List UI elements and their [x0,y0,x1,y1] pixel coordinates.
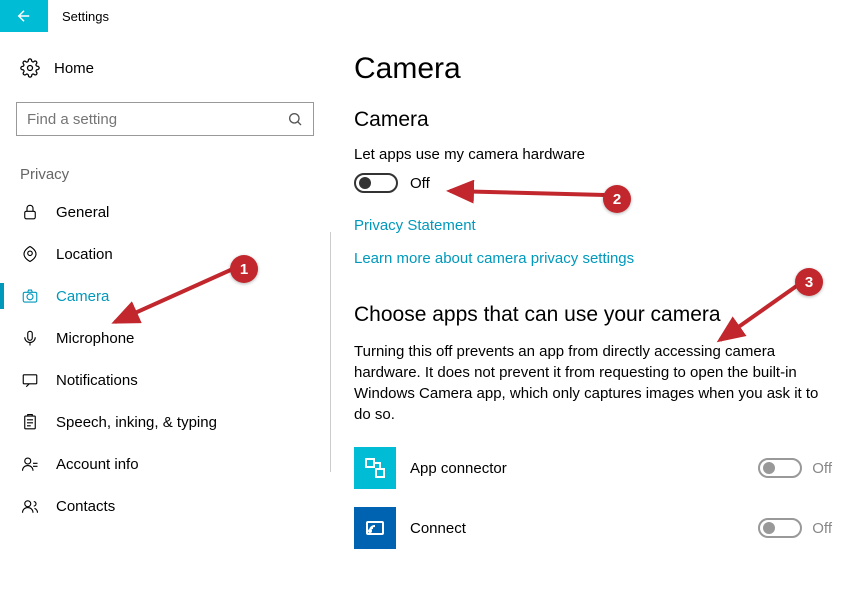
titlebar: Settings [0,0,856,32]
nav-label: Speech, inking, & typing [56,414,217,431]
nav-label: Notifications [56,372,138,389]
home-label: Home [54,60,94,77]
app-label: Connect [410,520,744,537]
section-description: Turning this off prevents an app from di… [354,341,832,425]
setting-label: Let apps use my camera hardware [354,146,832,163]
nav-label: Camera [56,288,109,305]
app-connector-toggle[interactable] [758,458,802,478]
app-toggle-state: Off [812,520,832,537]
annotation-badge-1: 1 [230,255,258,283]
sidebar-item-account[interactable]: Account info [0,443,330,485]
search-icon [287,111,303,127]
clipboard-icon [20,413,40,431]
nav-label: Microphone [56,330,134,347]
connect-toggle[interactable] [758,518,802,538]
toggle-state-label: Off [410,175,430,192]
privacy-statement-link[interactable]: Privacy Statement [354,217,832,234]
nav-label: Contacts [56,498,115,515]
back-button[interactable] [0,0,48,32]
account-icon [20,455,40,473]
camera-toggle[interactable] [354,173,398,193]
app-label: App connector [410,460,744,477]
sidebar-item-location[interactable]: Location [0,233,330,275]
annotation-badge-2: 2 [603,185,631,213]
app-connector-icon [354,447,396,489]
location-icon [20,245,40,263]
category-label: Privacy [16,166,314,183]
sidebar: Home Privacy General Locatio [0,32,330,592]
gear-icon [20,58,40,78]
learn-more-link[interactable]: Learn more about camera privacy settings [354,250,832,267]
search-input[interactable] [27,111,287,128]
sidebar-item-contacts[interactable]: Contacts [0,485,330,527]
nav-label: Location [56,246,113,263]
annotation-badge-3: 3 [795,268,823,296]
window-title: Settings [48,9,109,24]
main-panel: Camera Camera Let apps use my camera har… [330,32,856,592]
arrow-left-icon [15,7,33,25]
nav-label: Account info [56,456,139,473]
nav-list: General Location Camera Microphone [0,191,330,527]
app-row-connect: Connect Off [354,507,832,549]
sidebar-item-microphone[interactable]: Microphone [0,317,330,359]
nav-label: General [56,204,109,221]
notifications-icon [20,371,40,389]
app-toggle-state: Off [812,460,832,477]
app-row-app-connector: App connector Off [354,447,832,489]
sidebar-item-speech[interactable]: Speech, inking, & typing [0,401,330,443]
sidebar-item-notifications[interactable]: Notifications [0,359,330,401]
home-button[interactable]: Home [16,48,314,88]
sidebar-item-general[interactable]: General [0,191,330,233]
toggle-knob [359,177,371,189]
contacts-icon [20,497,40,515]
search-box[interactable] [16,102,314,136]
section-heading-camera: Camera [354,108,832,132]
section-heading-apps: Choose apps that can use your camera [354,303,832,327]
lock-icon [20,203,40,221]
page-title: Camera [354,52,832,86]
connect-icon [354,507,396,549]
microphone-icon [20,329,40,347]
camera-icon [20,287,40,305]
sidebar-item-camera[interactable]: Camera [0,275,330,317]
